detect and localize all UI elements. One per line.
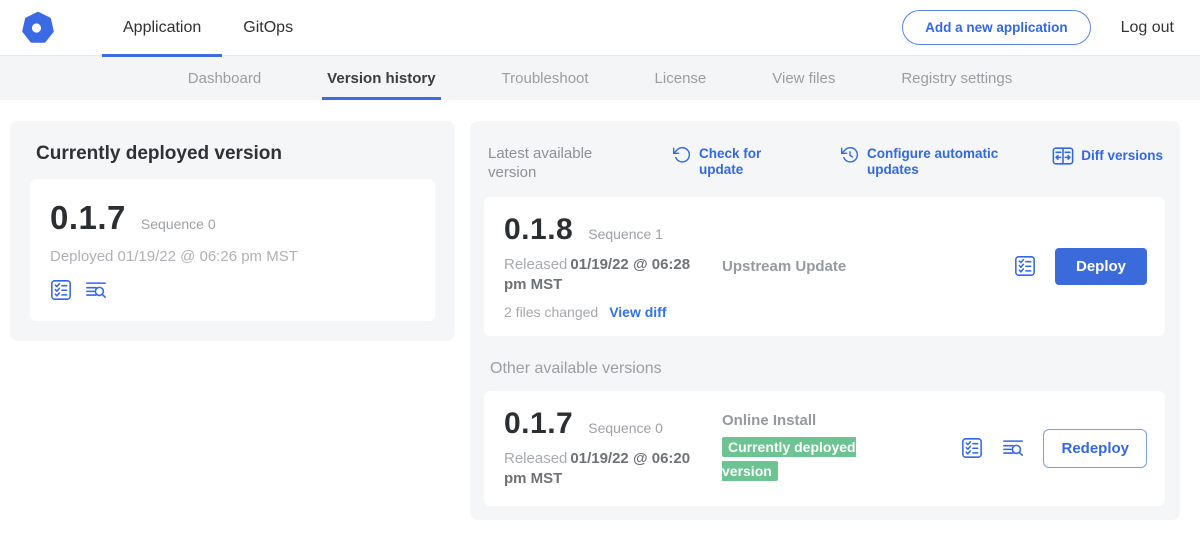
other-released-timestamp: Released01/19/22 @ 06:20 pm MST xyxy=(504,449,709,490)
deployed-version-number: 0.1.7 xyxy=(50,199,126,237)
latest-version-card: 0.1.8 Sequence 1 Released01/19/22 @ 06:2… xyxy=(484,197,1165,337)
other-sequence-label: Sequence 0 xyxy=(588,420,663,436)
latest-version-number: 0.1.8 xyxy=(504,213,573,247)
tab-license[interactable]: License xyxy=(653,56,709,100)
logout-link[interactable]: Log out xyxy=(1121,19,1182,37)
app-sub-nav: Dashboard Version history Troubleshoot L… xyxy=(0,56,1200,100)
tab-troubleshoot[interactable]: Troubleshoot xyxy=(500,56,591,100)
redeploy-button[interactable]: Redeploy xyxy=(1043,429,1147,468)
latest-released-timestamp: Released01/19/22 @ 06:28 pm MST xyxy=(504,255,709,296)
diff-versions-button[interactable]: Diff versions xyxy=(1052,145,1163,167)
other-source-column: Online Install Currently deployed versio… xyxy=(722,412,961,484)
schedule-update-icon xyxy=(840,145,860,165)
topnav-right: Add a new application Log out xyxy=(902,10,1182,45)
deployed-version-card: 0.1.7 Sequence 0 Deployed 01/19/22 @ 06:… xyxy=(30,179,435,321)
preflight-checklist-icon[interactable] xyxy=(961,437,983,459)
check-for-update-button[interactable]: Check for update xyxy=(672,145,774,178)
preflight-checklist-icon[interactable] xyxy=(50,279,72,301)
currently-deployed-panel: Currently deployed version 0.1.7 Sequenc… xyxy=(10,121,455,341)
view-logs-icon[interactable] xyxy=(1002,437,1024,459)
tab-application[interactable]: Application xyxy=(102,0,222,56)
latest-available-version-label: Latest available version xyxy=(488,145,640,183)
tab-registry-settings[interactable]: Registry settings xyxy=(899,56,1014,100)
latest-sequence-label: Sequence 1 xyxy=(588,226,663,242)
deployed-timestamp: Deployed 01/19/22 @ 06:26 pm MST xyxy=(50,248,415,265)
tab-dashboard[interactable]: Dashboard xyxy=(186,56,263,100)
files-changed-count: 2 files changed xyxy=(504,304,598,320)
latest-source-label: Upstream Update xyxy=(722,258,1014,275)
configure-automatic-updates-button[interactable]: Configure automatic updates xyxy=(840,145,1012,178)
tab-gitops[interactable]: GitOps xyxy=(222,0,314,56)
other-versions-title: Other available versions xyxy=(490,360,1165,378)
available-updates-panel: Latest available version Check for updat… xyxy=(470,121,1180,520)
refresh-icon xyxy=(672,145,692,165)
other-source-label: Online Install xyxy=(722,412,961,429)
deploy-button[interactable]: Deploy xyxy=(1055,248,1147,285)
tab-view-files[interactable]: View files xyxy=(770,56,837,100)
updates-header: Latest available version Check for updat… xyxy=(484,135,1165,197)
top-nav: Application GitOps Add a new application… xyxy=(0,0,1200,56)
diff-icon xyxy=(1052,145,1074,167)
view-logs-icon[interactable] xyxy=(85,279,107,301)
other-version-number: 0.1.7 xyxy=(504,407,573,441)
view-diff-link[interactable]: View diff xyxy=(609,304,666,320)
other-version-card: 0.1.7 Sequence 0 Released01/19/22 @ 06:2… xyxy=(484,391,1165,506)
currently-deployed-title: Currently deployed version xyxy=(36,143,435,165)
latest-source-column: Upstream Update xyxy=(722,258,1014,275)
preflight-checklist-icon[interactable] xyxy=(1014,255,1036,277)
currently-deployed-badge: Currently deployed version xyxy=(722,437,856,481)
add-new-application-button[interactable]: Add a new application xyxy=(902,10,1091,45)
deployed-sequence-label: Sequence 0 xyxy=(141,216,216,232)
main-content: Currently deployed version 0.1.7 Sequenc… xyxy=(0,100,1200,520)
tab-version-history[interactable]: Version history xyxy=(325,56,437,100)
replicated-logo-icon xyxy=(20,10,56,46)
